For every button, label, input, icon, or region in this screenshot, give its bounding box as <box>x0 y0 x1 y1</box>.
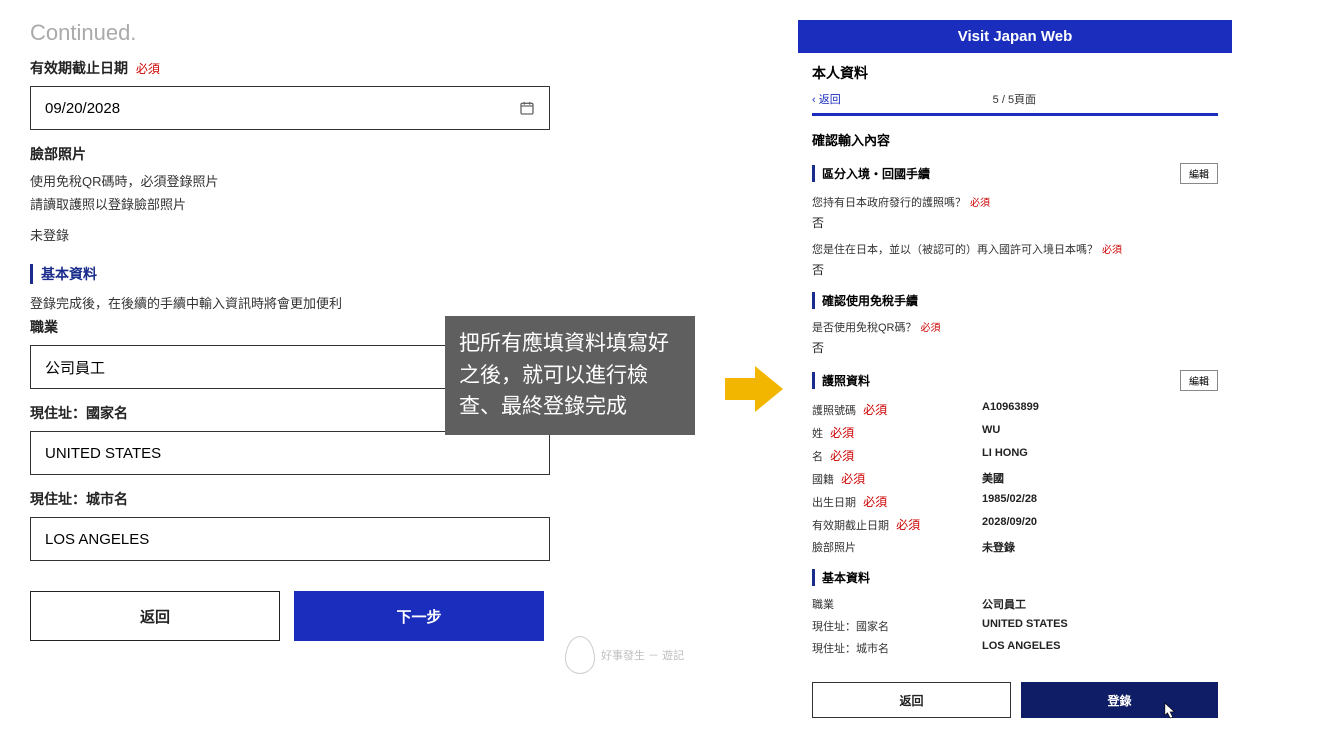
watermark: 好事發生 － 遊記 <box>565 636 684 674</box>
register-button-label: 登錄 <box>1107 692 1131 709</box>
expiry-label: 有效期截止日期 必須 <box>30 58 580 78</box>
expiry-date-value: 09/20/2028 <box>45 100 120 117</box>
city-input[interactable]: LOS ANGELES <box>30 517 550 561</box>
q2: 您是住在日本，並以（被認可的）再入國許可入境日本嗎？必須 <box>812 241 1218 257</box>
right-confirm-panel: Visit Japan Web 本人資料 返回 5 / 5頁面 確認輸入內容 區… <box>798 20 1232 732</box>
sec1-title: 區分入境・回國手續 <box>812 165 930 182</box>
nationality-value: 美國 <box>982 470 1004 487</box>
a1: 否 <box>812 214 1218 231</box>
basic-info-heading: 基本資料 <box>30 264 580 284</box>
occupation-value: 公司員工 <box>45 357 105 378</box>
register-button[interactable]: 登錄 <box>1021 682 1218 718</box>
r-expiry-value: 2028/09/20 <box>982 516 1037 533</box>
peanut-icon <box>565 636 595 674</box>
arrow-icon <box>725 378 757 400</box>
a2: 否 <box>812 261 1218 278</box>
expiry-date-input[interactable]: 09/20/2028 <box>30 86 550 130</box>
given-label: 名 必須 <box>812 447 982 464</box>
instruction-overlay: 把所有應填資料填寫好之後，就可以進行檢查、最終登錄完成 <box>445 316 695 435</box>
country-value: UNITED STATES <box>45 445 161 462</box>
back-button[interactable]: 返回 <box>30 591 280 641</box>
confirm-title: 確認輸入內容 <box>812 130 1218 149</box>
country-input[interactable]: UNITED STATES <box>30 431 550 475</box>
progress-text: 5 / 5頁面 <box>841 91 1188 107</box>
edit-button-sec3[interactable]: 編輯 <box>1180 370 1218 391</box>
r-occ-label: 職業 <box>812 596 982 612</box>
section-tax-free: 確認使用免稅手續 是否使用免稅QR碼？必須 否 <box>812 292 1218 356</box>
city-label: 現住址：城市名 <box>30 489 580 509</box>
left-button-row: 返回 下一步 <box>30 591 580 641</box>
q1: 您持有日本政府發行的護照嗎？必須 <box>812 194 1218 210</box>
face-photo-label: 臉部照片 <box>30 144 580 164</box>
watermark-text: 好事發生 － 遊記 <box>601 647 684 663</box>
r-country-label: 現住址：國家名 <box>812 618 982 634</box>
q3: 是否使用免稅QR碼？必須 <box>812 319 1218 335</box>
surname-label: 姓 必須 <box>812 424 982 441</box>
sec4-title: 基本資料 <box>812 569 870 586</box>
basic-help: 登錄完成後，在後續的手續中輸入資訊時將會更加便利 <box>30 294 580 315</box>
r-occ-value: 公司員工 <box>982 596 1026 612</box>
dob-label: 出生日期 必須 <box>812 493 982 510</box>
r-city-value: LOS ANGELES <box>982 640 1060 656</box>
section-passport: 護照資料 編輯 護照號碼 必須A10963899 姓 必須WU 名 必須LI H… <box>812 370 1218 555</box>
right-button-row: 返回 登錄 <box>798 670 1232 732</box>
a3: 否 <box>812 339 1218 356</box>
city-value: LOS ANGELES <box>45 531 149 548</box>
r-face-value: 未登錄 <box>982 539 1015 555</box>
calendar-icon <box>519 100 535 116</box>
cursor-icon <box>1164 702 1178 720</box>
surname-value: WU <box>982 424 1000 441</box>
progress-bar <box>812 113 1218 116</box>
back-link[interactable]: 返回 <box>812 91 841 107</box>
passport-no-label: 護照號碼 必須 <box>812 401 982 418</box>
r-face-label: 臉部照片 <box>812 539 982 555</box>
progress-row: 返回 5 / 5頁面 <box>812 91 1218 107</box>
page-title: 本人資料 <box>812 63 1218 83</box>
sec3-title: 護照資料 <box>812 372 870 389</box>
continued-label: Continued. <box>30 20 580 46</box>
section-entry-return: 區分入境・回國手續 編輯 您持有日本政府發行的護照嗎？必須 否 您是住在日本，並… <box>812 163 1218 278</box>
dob-value: 1985/02/28 <box>982 493 1037 510</box>
app-header: Visit Japan Web <box>798 20 1232 53</box>
next-button[interactable]: 下一步 <box>294 591 544 641</box>
required-badge: 必須 <box>136 62 160 76</box>
edit-button-sec1[interactable]: 編輯 <box>1180 163 1218 184</box>
section-basic: 基本資料 職業公司員工 現住址：國家名UNITED STATES 現住址：城市名… <box>812 569 1218 656</box>
sec2-title: 確認使用免稅手續 <box>812 292 918 309</box>
given-value: LI HONG <box>982 447 1028 464</box>
r-expiry-label: 有效期截止日期 必須 <box>812 516 982 533</box>
r-back-button[interactable]: 返回 <box>812 682 1011 718</box>
nationality-label: 國籍 必須 <box>812 470 982 487</box>
arrow-head-icon <box>755 366 783 412</box>
face-help-2: 請讀取護照以登錄臉部照片 <box>30 195 580 216</box>
r-city-label: 現住址：城市名 <box>812 640 982 656</box>
r-country-value: UNITED STATES <box>982 618 1068 634</box>
passport-no-value: A10963899 <box>982 401 1039 418</box>
face-help-1: 使用免稅QR碼時，必須登錄照片 <box>30 172 580 193</box>
face-status: 未登錄 <box>30 226 580 247</box>
